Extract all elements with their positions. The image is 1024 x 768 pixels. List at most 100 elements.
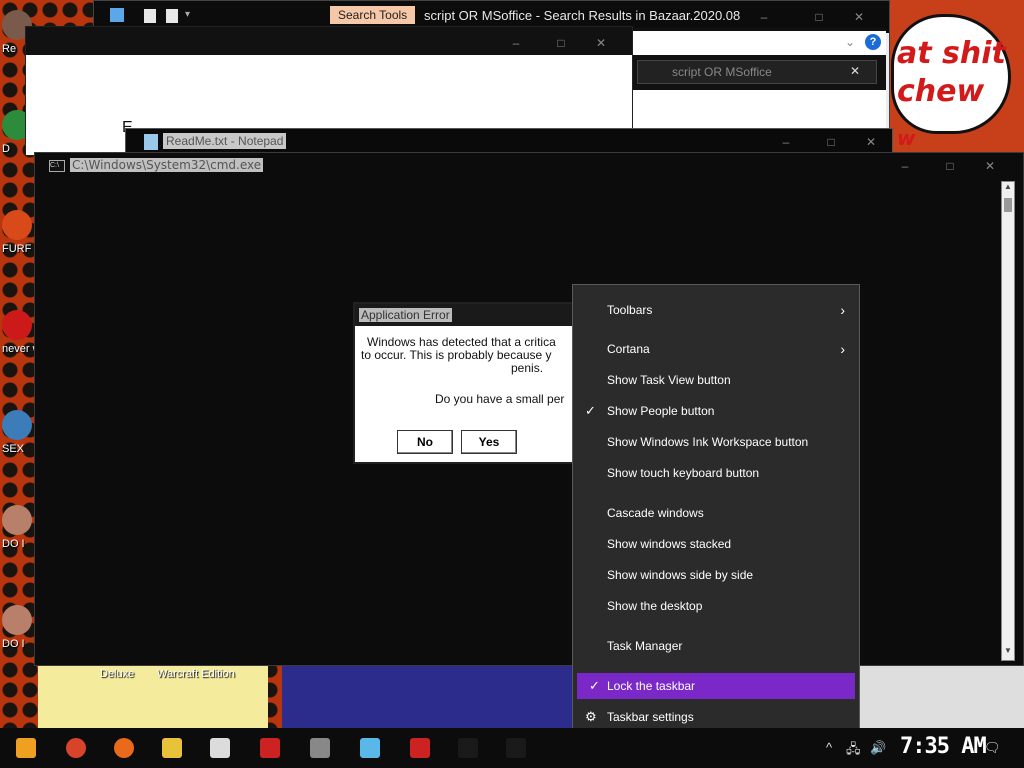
menu-item-show-windows-stacked[interactable]: Show windows stacked [573, 531, 859, 557]
start-button[interactable] [6, 732, 46, 764]
close-button[interactable]: ✕ [856, 132, 886, 152]
desktop-icon-image [2, 605, 32, 635]
desktop-icon[interactable]: SEX [2, 410, 34, 455]
no-button[interactable]: No [397, 430, 453, 454]
taskbar-context-menu: Toolbars › Cortana › Show Task View button ✓ S… [572, 284, 860, 741]
menu-item-show-windows-ink-workspace-button[interactable]: Show Windows Ink Workspace button [573, 429, 859, 455]
chrome-app-icon [66, 738, 86, 758]
menu-item-show-the-desktop[interactable]: Show the desktop [573, 593, 859, 619]
new-folder-icon[interactable] [166, 9, 178, 23]
browser-titlebar[interactable]: – □ ✕ [26, 27, 632, 55]
cmd-app-2[interactable] [496, 732, 536, 764]
network-icon[interactable]: 🖧 [846, 740, 861, 762]
desktop-icon-image [2, 210, 32, 240]
menu-item-cortana[interactable]: Cortana › [573, 336, 859, 362]
cmd-title: C:\Windows\System32\cmd.exe [70, 158, 264, 172]
background-art-middle [282, 666, 572, 728]
menu-item-label: Show People button [607, 404, 715, 418]
menu-item-label: Show the desktop [607, 599, 703, 613]
search-tools-tab[interactable]: Search Tools [330, 6, 416, 24]
scrollbar-thumb[interactable] [1004, 198, 1012, 212]
maximize-button[interactable]: □ [804, 7, 834, 27]
vertical-scrollbar[interactable]: ▲ ▼ [1001, 181, 1015, 661]
acrobat-app-icon [260, 738, 280, 758]
notepad-title: ReadMe.txt - Notepad [163, 133, 287, 149]
explorer-title: script OR MSoffice - Search Results in B… [424, 8, 741, 23]
volume-icon[interactable]: 🔊 [870, 740, 886, 756]
desktop-icon-label: DO I [2, 538, 25, 550]
poster-text-2: chew [897, 74, 985, 109]
chrome-app[interactable] [56, 732, 96, 764]
maximize-button[interactable]: □ [935, 156, 965, 176]
maximize-button[interactable]: □ [546, 33, 576, 53]
desktop-icon[interactable]: never why [2, 310, 34, 355]
menu-item-cascade-windows[interactable]: Cascade windows [573, 500, 859, 526]
art-label-deluxe: Deluxe [100, 668, 135, 680]
menu-item-show-task-view-button[interactable]: Show Task View button [573, 367, 859, 393]
menu-item-show-windows-side-by-side[interactable]: Show windows side by side [573, 562, 859, 588]
taskbar: ^ 🖧 🔊 7:35 AM 🗨 [0, 728, 1024, 768]
pdf-app[interactable] [400, 732, 440, 764]
firefox-app[interactable] [104, 732, 144, 764]
desktop-icon-label: FURF [2, 243, 32, 255]
7zip-app-icon [210, 738, 230, 758]
tray-chevron-icon[interactable]: ^ [826, 740, 832, 755]
search-tab[interactable]: script OR MSoffice ✕ [637, 60, 877, 84]
minimize-button[interactable]: – [501, 33, 531, 53]
address-bar[interactable]: ⌄ ? [633, 31, 886, 55]
scroll-down-icon[interactable]: ▼ [1002, 646, 1014, 660]
desktop-icon-label: SEX [2, 443, 25, 455]
help-icon[interactable]: ? [865, 34, 881, 50]
chevron-down-icon[interactable]: ⌄ [845, 35, 855, 49]
menu-item-toolbars[interactable]: Toolbars › [573, 297, 859, 323]
background-poster: at shit chew w [885, 0, 1024, 155]
desktop-icon[interactable]: DO I [2, 605, 34, 650]
paint-app[interactable] [350, 732, 390, 764]
yes-button[interactable]: Yes [461, 430, 517, 454]
close-button[interactable]: ✕ [844, 7, 874, 27]
dialog-title: Application Error [359, 308, 452, 322]
maximize-button[interactable]: □ [816, 132, 846, 152]
menu-item-task-manager[interactable]: Task Manager [573, 633, 859, 659]
menu-item-show-people-button[interactable]: ✓ Show People button [573, 398, 859, 424]
close-icon[interactable]: ✕ [850, 64, 860, 78]
close-button[interactable]: ✕ [975, 156, 1005, 176]
properties-icon[interactable] [144, 9, 156, 23]
chevron-right-icon: › [840, 302, 845, 318]
checkmark-icon: ✓ [589, 678, 600, 693]
menu-item-label: Show Windows Ink Workspace button [607, 435, 809, 449]
chevron-down-icon[interactable]: ▾ [185, 9, 190, 20]
dialog-question: Do you have a small per [435, 392, 565, 406]
menu-item-label: Show touch keyboard button [607, 466, 760, 480]
cmd-app-1[interactable] [448, 732, 488, 764]
desktop-icon-image [2, 310, 32, 340]
desktop-icon-label: DO I [2, 638, 25, 650]
search-panel: ⌄ ? script OR MSoffice ✕ [633, 28, 886, 128]
menu-item-show-touch-keyboard-button[interactable]: Show touch keyboard button [573, 460, 859, 486]
firefox-app-icon [114, 738, 134, 758]
photo-app[interactable] [300, 732, 340, 764]
clock[interactable]: 7:35 AM [900, 734, 987, 759]
7zip-app[interactable] [200, 732, 240, 764]
chevron-right-icon: › [840, 341, 845, 357]
notification-icon[interactable]: 🗨 [984, 740, 1001, 756]
paint-app-icon [360, 738, 380, 758]
file-explorer-app[interactable] [152, 732, 192, 764]
desktop-icon[interactable]: FURF [2, 210, 34, 255]
minimize-button[interactable]: – [749, 7, 779, 27]
application-error-dialog: Application Error Windows has detected t… [353, 302, 575, 464]
menu-item-taskbar-settings[interactable]: ⚙ Taskbar settings [573, 704, 859, 730]
menu-item-label: Lock the taskbar [607, 679, 696, 693]
menu-item-lock-the-taskbar[interactable]: ✓ Lock the taskbar [577, 673, 855, 699]
menu-item-label: Cortana [607, 342, 650, 356]
acrobat-app[interactable] [250, 732, 290, 764]
folder-icon [110, 8, 124, 22]
desktop-icon[interactable]: DO I [2, 505, 34, 550]
poster-text-1: at shit [897, 36, 1006, 71]
minimize-button[interactable]: – [890, 156, 920, 176]
scroll-up-icon[interactable]: ▲ [1002, 182, 1014, 196]
minimize-button[interactable]: – [771, 132, 801, 152]
close-button[interactable]: ✕ [586, 33, 616, 53]
cmd-icon: C:\ [49, 160, 65, 172]
checkmark-icon: ✓ [585, 403, 596, 418]
